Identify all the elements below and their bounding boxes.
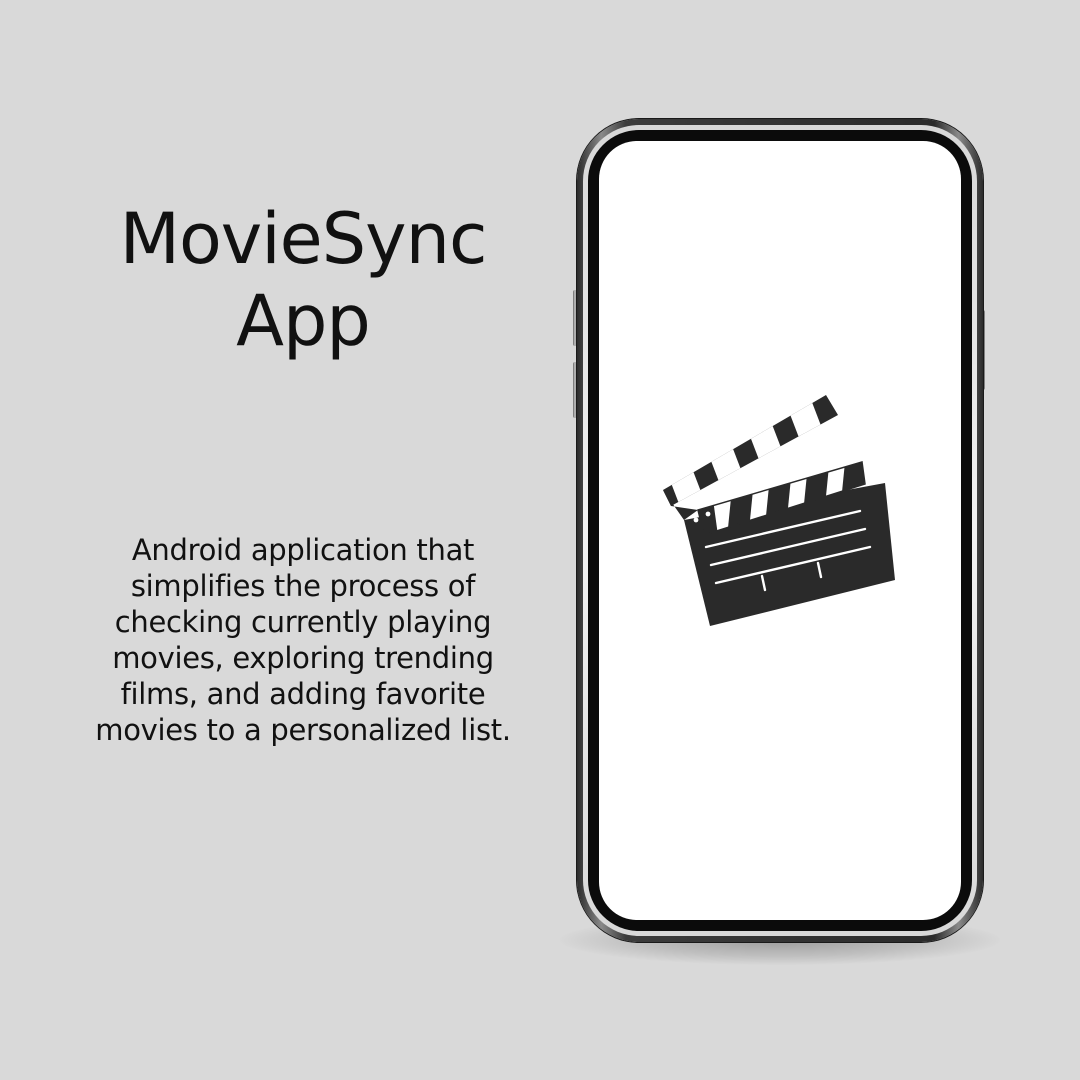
clapperboard-icon xyxy=(663,395,895,626)
promo-page: MovieSync App Android application that s… xyxy=(0,0,1080,1080)
title-line-1: MovieSync xyxy=(119,198,488,280)
app-description: Android application that simplifies the … xyxy=(95,533,511,747)
page-title: MovieSync App xyxy=(60,198,546,362)
title-line-2: App xyxy=(236,280,371,362)
